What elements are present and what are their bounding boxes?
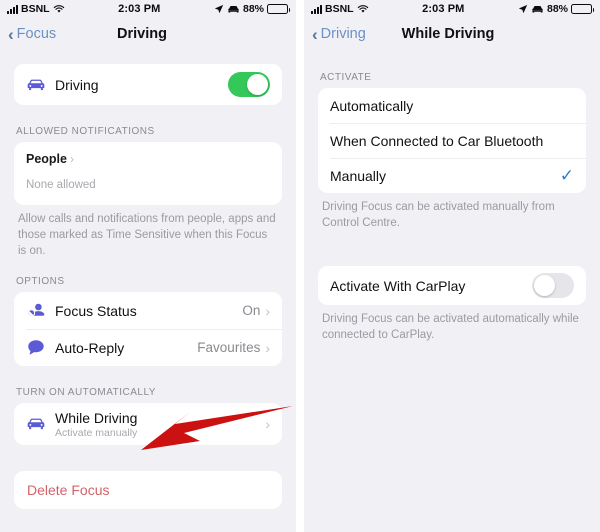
car-focus-icon [532, 5, 543, 13]
battery-icon [571, 4, 594, 14]
option-when-connected-to-car-bluetooth[interactable]: When Connected to Car Bluetooth [318, 123, 586, 158]
chevron-left-icon: ‹ [312, 24, 318, 44]
battery-percent-label: 88% [546, 3, 568, 15]
turn-on-automatically-header: TURN ON AUTOMATICALLY [16, 387, 156, 399]
carplay-toggle[interactable] [532, 273, 574, 299]
signal-bars-icon [7, 4, 18, 14]
chevron-right-icon: › [70, 152, 74, 166]
focus-status-value: On [242, 303, 261, 319]
allowed-notifications-footnote: Allow calls and notifications from peopl… [18, 213, 276, 258]
people-label: People [26, 152, 67, 166]
auto-reply-label: Auto-Reply [55, 339, 125, 356]
options-card: Focus Status On › Auto-Reply Favourites … [14, 292, 282, 367]
car-icon [26, 75, 46, 95]
status-bar-left: BSNL 2:03 PM 88% [0, 0, 296, 18]
location-arrow-icon [518, 4, 528, 14]
option-label: When Connected to Car Bluetooth [330, 132, 544, 149]
people-title-row[interactable]: People › [26, 152, 270, 166]
location-arrow-icon [214, 4, 224, 14]
activate-footnote: Driving Focus can be activated manually … [322, 201, 555, 230]
row-activate-with-carplay[interactable]: Activate With CarPlay [318, 266, 586, 305]
car-focus-icon [228, 5, 239, 13]
row-while-driving[interactable]: While Driving Activate manually › [14, 403, 282, 445]
carrier-label: BSNL [21, 3, 50, 15]
screenshot-root: BSNL 2:03 PM 88% ‹ Focus Driving Driving… [0, 0, 600, 532]
row-focus-status[interactable]: Focus Status On › [14, 292, 282, 329]
while-driving-label: While Driving [55, 409, 138, 426]
driving-label: Driving [55, 76, 99, 93]
focus-status-icon [26, 301, 46, 321]
checkmark-icon: ✓ [559, 166, 574, 185]
right-phone-screen: BSNL 2:03 PM 88% ‹ Driving While Driving… [304, 0, 600, 532]
clock-label: 2:03 PM [422, 3, 465, 15]
wifi-icon [357, 5, 368, 13]
chevron-left-icon: ‹ [8, 24, 14, 44]
auto-reply-value: Favourites [197, 340, 261, 356]
back-button-label: Driving [320, 26, 366, 42]
chevron-right-icon: › [265, 416, 270, 433]
chevron-right-icon: › [265, 302, 270, 319]
wifi-icon [53, 5, 64, 13]
left-phone-screen: BSNL 2:03 PM 88% ‹ Focus Driving Driving… [0, 0, 296, 532]
row-auto-reply[interactable]: Auto-Reply Favourites › [14, 329, 282, 366]
auto-reply-icon [26, 338, 46, 358]
option-label: Manually [330, 167, 387, 184]
status-bar-right-group: 88% [214, 3, 290, 15]
status-bar-left-group: BSNL [7, 3, 65, 15]
back-button-focus[interactable]: ‹ Focus [8, 26, 56, 43]
carrier-label: BSNL [325, 3, 354, 15]
allowed-notifications-header: ALLOWED NOTIFICATIONS [16, 126, 155, 137]
chevron-right-icon: › [265, 339, 270, 356]
options-header: OPTIONS [16, 276, 65, 288]
back-button-driving[interactable]: ‹ Driving [312, 26, 366, 43]
while-driving-subtitle: Activate manually [55, 426, 138, 439]
people-subtitle: None allowed [26, 179, 96, 191]
nav-bar-right: ‹ Driving While Driving [304, 18, 600, 50]
car-icon [26, 414, 46, 434]
carplay-footnote: Driving Focus can be activated automatic… [322, 313, 579, 342]
option-manually[interactable]: Manually ✓ [318, 158, 586, 193]
signal-bars-icon [311, 4, 322, 14]
status-bar-right-group: 88% [518, 3, 594, 15]
turn-on-automatically-card: While Driving Activate manually › [14, 403, 282, 446]
option-label: Automatically [330, 97, 414, 114]
activate-options-card: Automatically When Connected to Car Blue… [318, 88, 586, 193]
people-card[interactable]: People › None allowed [14, 142, 282, 205]
back-button-label: Focus [16, 26, 57, 42]
delete-focus-label: Delete Focus [27, 482, 110, 499]
option-automatically[interactable]: Automatically [318, 88, 586, 123]
carplay-label: Activate With CarPlay [330, 277, 466, 294]
battery-percent-label: 88% [242, 3, 264, 15]
driving-toggle[interactable] [228, 72, 270, 97]
delete-focus-card[interactable]: Delete Focus [14, 471, 282, 510]
left-content: Driving ALLOWED NOTIFICATIONS People › N… [0, 64, 296, 510]
status-bar-right: BSNL 2:03 PM 88% [304, 0, 600, 18]
battery-icon [267, 4, 290, 14]
clock-label: 2:03 PM [118, 3, 161, 15]
right-content: ACTIVATE Automatically When Connected to… [304, 72, 600, 343]
driving-focus-card: Driving [14, 64, 282, 105]
driving-toggle-row[interactable]: Driving [14, 64, 282, 105]
status-bar-left-group: BSNL [311, 3, 369, 15]
activate-header: ACTIVATE [320, 72, 372, 83]
nav-bar-left: ‹ Focus Driving [0, 18, 296, 50]
focus-status-label: Focus Status [55, 302, 137, 319]
carplay-card: Activate With CarPlay [318, 266, 586, 306]
